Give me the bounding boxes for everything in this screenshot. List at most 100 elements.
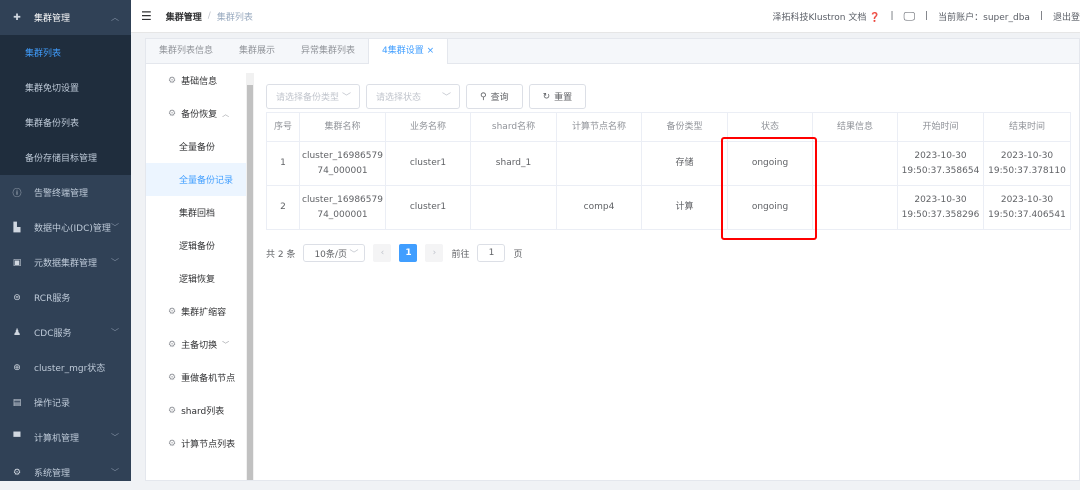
cell: 2 [266, 185, 300, 230]
sidebar-item[interactable]: ♟ CDC服务 ﹀ [0, 315, 131, 350]
cell [470, 185, 557, 230]
sidebar-subitem[interactable]: 集群列表 [0, 35, 131, 70]
backup-records-table: 序号 集群名称 业务名称 shard名称 计算节点名称 备份类型 状态 结果信息… [266, 112, 1071, 230]
column-header: 计算节点名称 [556, 112, 642, 142]
computer-icon: ▀ [13, 432, 21, 443]
status-cell: ongoing [727, 141, 813, 186]
prev-page-button[interactable]: ‹ [373, 244, 392, 262]
chevron-down-icon: ﹀ [349, 249, 359, 260]
scrollbar-thumb[interactable] [247, 85, 253, 480]
tab-cluster-list-info[interactable]: 集群列表信息 [146, 39, 226, 63]
nav-rebuild-replica[interactable]: ⚙ 重做备机节点 [146, 361, 246, 394]
cell: 存储 [641, 141, 728, 186]
backup-type-select[interactable]: 请选择备份类型 ﹀ [266, 84, 360, 109]
monitor-icon[interactable]: 🖵 [904, 9, 916, 24]
column-header: 结果信息 [812, 112, 898, 142]
logout-link[interactable]: 退出登 [1053, 10, 1080, 23]
page-1-button[interactable]: 1 [399, 244, 418, 262]
gear-icon: ⚙ [168, 306, 177, 317]
close-icon[interactable]: × [427, 46, 435, 56]
gear-icon: ⚙ [168, 108, 177, 119]
nav-switchover[interactable]: ⚙ 主备切换 ﹀ [146, 328, 246, 361]
table-row: 1 cluster_1698657974_000001 cluster1 sha… [266, 141, 1071, 186]
datacenter-icon: ▙ [13, 222, 21, 233]
cell: 2023-10-30 19:50:37.358654 [897, 141, 984, 186]
page-size-select[interactable]: 10条/页 ﹀ [303, 244, 366, 262]
settings-nav: ⚙ 基础信息 ⚙ 备份恢复 ︿ 全量备份 全量备份记录 集群回档 逻辑备份 逻辑恢复 … [146, 64, 246, 480]
sidebar: ✚ 集群管理 ︿ 集群列表 集群免切设置 集群备份列表 备份存储目标管理 ⓘ 告警终端… [0, 0, 131, 481]
cell: 2023-10-30 19:50:37.358296 [897, 185, 984, 230]
sidebar-subitem[interactable]: 集群备份列表 [0, 105, 131, 140]
status-select[interactable]: 请选择状态 ﹀ [366, 84, 460, 109]
sidebar-item[interactable]: ▣ 元数据集群管理 ﹀ [0, 245, 131, 280]
gear-icon: ⚙ [168, 438, 177, 449]
status-cell: ongoing [727, 185, 813, 230]
divider: | [890, 11, 894, 21]
goto-page-input[interactable]: 1 [477, 244, 506, 262]
nav-basic-info[interactable]: ⚙ 基础信息 [146, 64, 246, 97]
nav-logical-restore[interactable]: 逻辑恢复 [146, 262, 246, 295]
docs-link[interactable]: 泽拓科技Klustron 文档 ❓ [772, 10, 880, 23]
nav-compute-node-list[interactable]: ⚙ 计算节点列表 [146, 427, 246, 460]
cell: cluster1 [385, 141, 471, 186]
tab-cluster-display[interactable]: 集群展示 [226, 39, 288, 63]
sidebar-item[interactable]: ▙ 数据中心(IDC)管理 ﹀ [0, 210, 131, 245]
help-icon: ❓ [869, 12, 881, 23]
goto-label: 前往 [451, 249, 470, 260]
sidebar-item[interactable]: ⓘ 告警终端管理 [0, 175, 131, 210]
cell [812, 141, 898, 186]
column-header: 序号 [266, 112, 300, 142]
tab-cluster-settings[interactable]: 4集群设置 × [368, 39, 449, 64]
gear-icon: ⚙ [168, 339, 177, 350]
column-header: 开始时间 [897, 112, 984, 142]
scrollbar[interactable] [246, 73, 254, 480]
cell: cluster_1698657974_000001 [299, 185, 386, 230]
chevron-down-icon: ﹀ [222, 340, 230, 349]
reset-button[interactable]: ↻ 重置 [528, 84, 587, 109]
sidebar-subitem[interactable]: 备份存储目标管理 [0, 140, 131, 175]
next-page-button[interactable]: › [425, 244, 444, 262]
column-header: shard名称 [470, 112, 557, 142]
nav-scale[interactable]: ⚙ 集群扩缩容 [146, 295, 246, 328]
main-panel: 集群列表信息 集群展示 异常集群列表 4集群设置 × ⚙ 基础信息 ⚙ 备份恢复 ︿ … [145, 38, 1080, 481]
refresh-icon: ↻ [542, 91, 551, 102]
nav-logical-backup[interactable]: 逻辑备份 [146, 229, 246, 262]
query-button[interactable]: ⚲ 查询 [466, 84, 523, 109]
sidebar-item[interactable]: ⊜ RCR服务 [0, 280, 131, 315]
tab-bar: 集群列表信息 集群展示 异常集群列表 4集群设置 × [146, 39, 1079, 64]
sidebar-item[interactable]: ⊕ cluster_mgr状态 [0, 350, 131, 385]
content: 请选择备份类型 ﹀ 请选择状态 ﹀ ⚲ 查询 ↻ 重置 序号 集群名称 业务名称 sha… [266, 84, 1071, 262]
sidebar-subitem[interactable]: 集群免切设置 [0, 70, 131, 105]
nav-shard-list[interactable]: ⚙ shard列表 [146, 394, 246, 427]
chevron-down-icon: ﹀ [111, 223, 119, 232]
metadata-icon: ▣ [12, 257, 22, 268]
sidebar-item[interactable]: ▀ 计算机管理 ﹀ [0, 420, 131, 455]
table-row: 2 cluster_1698657974_000001 cluster1 com… [266, 185, 1071, 230]
column-header: 状态 [727, 112, 813, 142]
gear-icon: ⚙ [168, 405, 177, 416]
settings-icon: ⚙ [12, 467, 22, 478]
cell: cluster1 [385, 185, 471, 230]
chevron-down-icon: ﹀ [111, 468, 119, 477]
alert-icon: ⓘ [12, 189, 22, 199]
rcr-icon: ⊜ [13, 292, 21, 303]
nav-backup-restore[interactable]: ⚙ 备份恢复 ︿ [146, 97, 246, 130]
breadcrumb-item[interactable]: 集群管理 [166, 10, 202, 23]
sidebar-item[interactable]: ⚙ 系统管理 ﹀ [0, 455, 131, 490]
nav-full-backup[interactable]: 全量备份 [146, 130, 246, 163]
sidebar-item-cluster-management[interactable]: ✚ 集群管理 ︿ [0, 0, 131, 35]
hamburger-icon[interactable]: ☰ [141, 9, 152, 23]
search-icon: ⚲ [480, 91, 487, 102]
breadcrumb-item: 集群列表 [216, 12, 253, 23]
cell [556, 141, 642, 186]
chevron-down-icon: ﹀ [111, 433, 119, 442]
nav-cluster-rollback[interactable]: 集群回档 [146, 196, 246, 229]
chevron-down-icon: ﹀ [341, 93, 351, 103]
nav-full-backup-records[interactable]: 全量备份记录 [146, 163, 246, 196]
tab-abnormal-clusters[interactable]: 异常集群列表 [288, 39, 368, 63]
sidebar-item[interactable]: ▤ 操作记录 [0, 385, 131, 420]
cell: 2023-10-30 19:50:37.378110 [983, 141, 1071, 186]
gear-icon: ⚙ [168, 372, 177, 383]
cell: 1 [266, 141, 300, 186]
breadcrumb-separator: / [207, 11, 211, 21]
